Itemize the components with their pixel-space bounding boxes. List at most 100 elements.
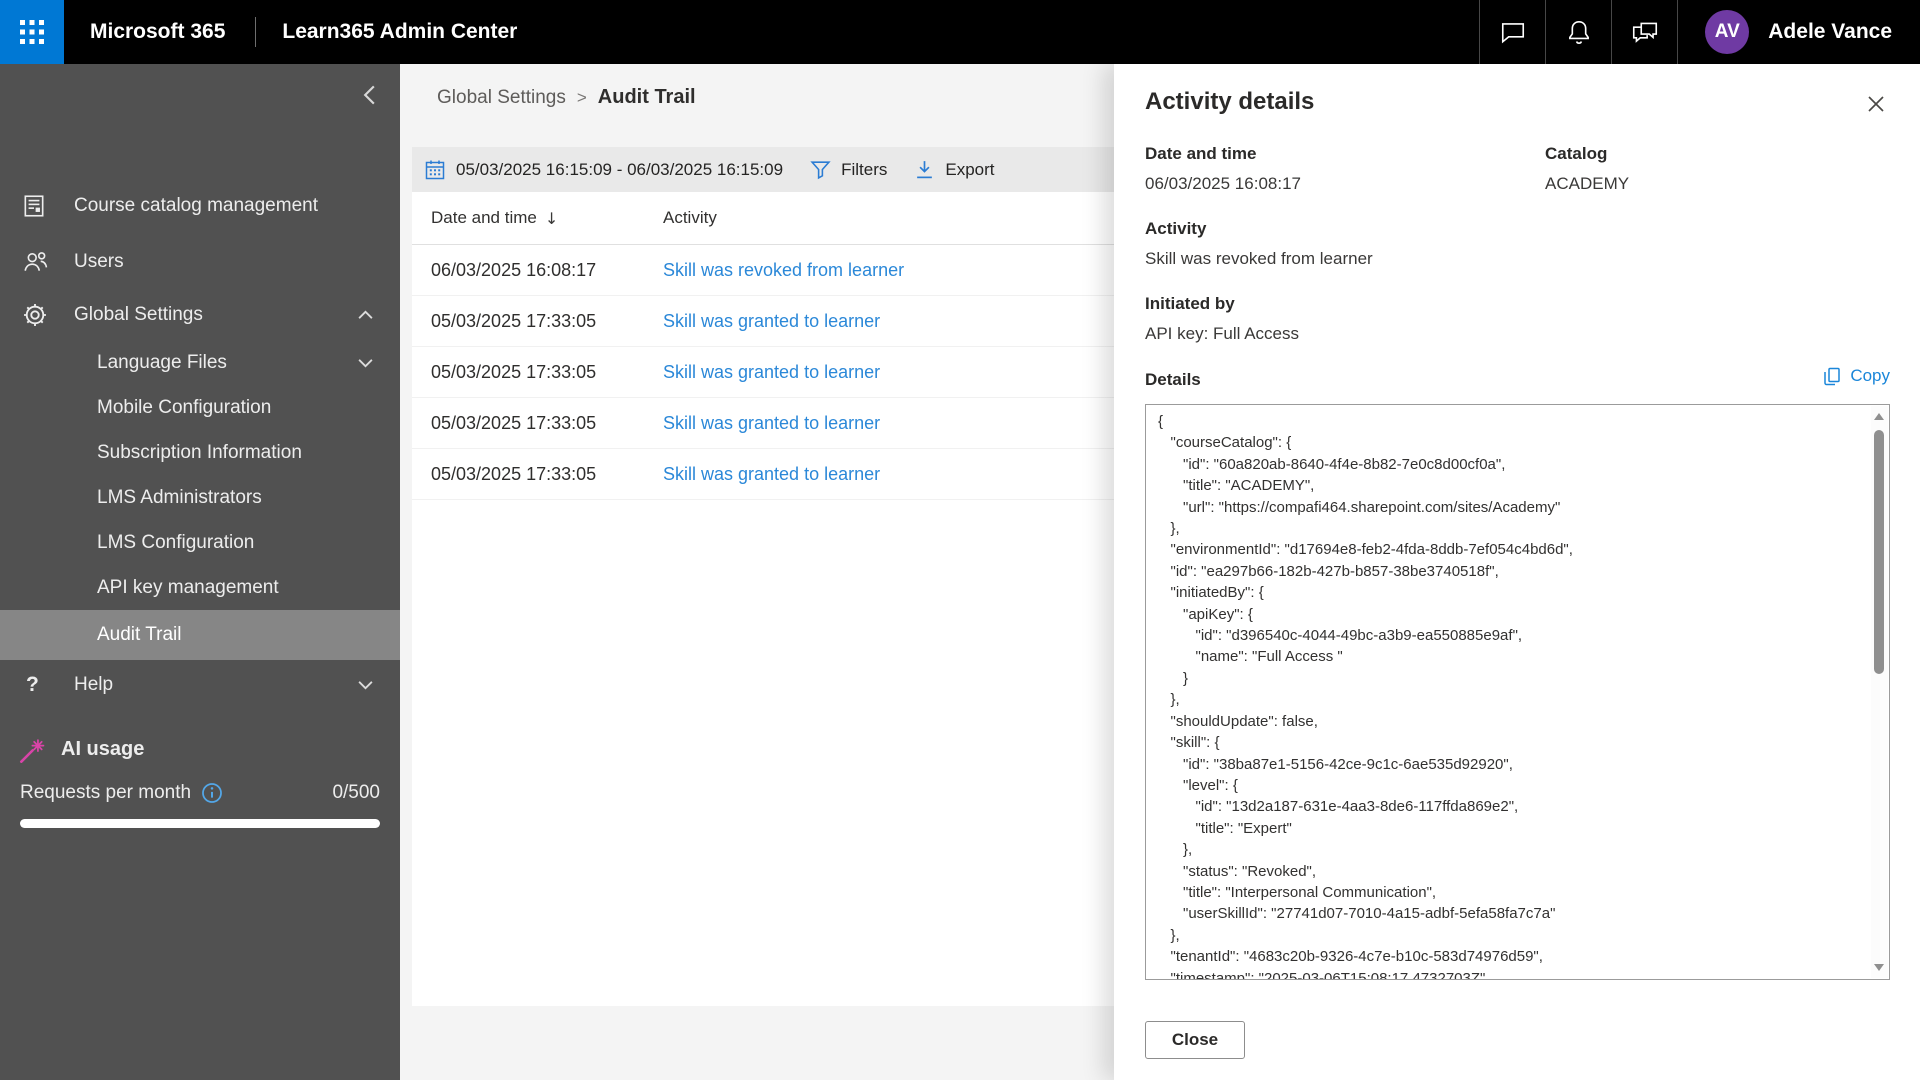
product-name[interactable]: Microsoft 365	[90, 20, 225, 44]
sidebar-item-label: Users	[74, 251, 124, 272]
row-date: 05/03/2025 17:33:05	[431, 463, 597, 484]
breadcrumb-separator-icon: >	[576, 87, 587, 107]
table-body: 06/03/2025 16:08:17 Skill was revoked fro…	[412, 245, 1114, 500]
topbar-actions: AV Adele Vance	[1479, 0, 1920, 64]
chat-button[interactable]	[1479, 0, 1545, 64]
table-row: 05/03/2025 17:33:05 Skill was granted to …	[412, 296, 1114, 347]
app-launcher-button[interactable]	[0, 0, 64, 64]
row-date: 06/03/2025 16:08:17	[431, 259, 597, 280]
field-label: Initiated by	[1145, 294, 1235, 313]
sidebar-item-lms-administrators[interactable]: LMS Administrators	[0, 475, 400, 520]
copy-label: Copy	[1850, 366, 1890, 385]
close-icon	[1868, 96, 1884, 112]
filters-label: Filters	[841, 159, 888, 179]
sidebar-item-global-settings[interactable]: Global Settings	[0, 290, 400, 340]
export-label: Export	[945, 159, 995, 179]
field-date-and-time: Date and time 06/03/2025 16:08:17	[1145, 144, 1301, 194]
avatar-initials: AV	[1714, 21, 1740, 42]
breadcrumb-current: Audit Trail	[597, 86, 696, 108]
panel-title: Activity details	[1145, 88, 1315, 115]
sidebar-item-help[interactable]: ? Help	[0, 660, 400, 710]
filters-button[interactable]: Filters	[810, 159, 887, 180]
list-toolbar: 05/03/2025 16:15:09 - 06/03/2025 16:15:0…	[412, 147, 1114, 192]
table-header: Date and time ↓ Activity	[412, 192, 1114, 245]
sidebar-item-lms-configuration[interactable]: LMS Configuration	[0, 520, 400, 565]
gear-icon	[24, 304, 46, 326]
row-date: 05/03/2025 17:33:05	[431, 361, 597, 382]
row-activity-link[interactable]: Skill was granted to learner	[663, 311, 880, 332]
field-catalog: Catalog ACADEMY	[1545, 144, 1629, 194]
scroll-down-icon[interactable]	[1874, 964, 1884, 971]
usage-progress-bar	[20, 819, 380, 828]
sidebar-item-users[interactable]: Users	[0, 234, 400, 290]
sidebar-item-label: Course catalog management	[74, 195, 318, 216]
field-label: Date and time	[1145, 144, 1257, 163]
date-range-picker[interactable]: 05/03/2025 16:15:09 - 06/03/2025 16:15:0…	[424, 159, 783, 181]
requests-row: Requests per month 0/500	[0, 782, 400, 804]
details-scrollbar[interactable]	[1871, 406, 1888, 978]
app-title[interactable]: Learn365 Admin Center	[282, 20, 517, 44]
field-label: Activity	[1145, 219, 1207, 238]
details-json: { "courseCatalog": { "id": "60a820ab-864…	[1158, 413, 1573, 979]
scroll-up-icon[interactable]	[1874, 413, 1884, 420]
feedback-button[interactable]	[1611, 0, 1677, 64]
column-header-date[interactable]: Date and time ↓	[431, 208, 663, 228]
scrollbar-thumb[interactable]	[1874, 430, 1884, 674]
ai-usage-label: AI usage	[61, 737, 145, 760]
chat-icon	[1501, 23, 1524, 44]
row-date: 05/03/2025 17:33:05	[431, 412, 597, 433]
info-icon[interactable]	[201, 782, 223, 804]
sidebar-item-api-key-management[interactable]: API key management	[0, 565, 400, 610]
account-button[interactable]: AV Adele Vance	[1677, 0, 1920, 64]
table-row: 06/03/2025 16:08:17 Skill was revoked fro…	[412, 245, 1114, 296]
notifications-button[interactable]	[1545, 0, 1611, 64]
field-value: ACADEMY	[1545, 174, 1630, 193]
calendar-icon	[425, 160, 445, 179]
sidebar-item-course-catalog-management[interactable]: Course catalog management	[0, 178, 400, 234]
sidebar-item-label: API key management	[97, 576, 279, 598]
panel-close-button[interactable]	[1864, 92, 1888, 116]
breadcrumb-parent[interactable]: Global Settings	[437, 87, 566, 109]
table-row: 05/03/2025 17:33:05 Skill was granted to …	[412, 347, 1114, 398]
field-value: Skill was revoked from learner	[1145, 249, 1373, 268]
sidebar-collapse-button[interactable]	[359, 80, 380, 110]
catalog-icon	[24, 195, 44, 217]
row-activity-link[interactable]: Skill was granted to learner	[663, 362, 880, 383]
waffle-icon	[20, 20, 44, 44]
close-button[interactable]: Close	[1145, 1021, 1245, 1059]
row-activity-link[interactable]: Skill was granted to learner	[663, 413, 880, 434]
details-json-box[interactable]: { "courseCatalog": { "id": "60a820ab-864…	[1145, 404, 1890, 980]
field-initiated-by: Initiated by API key: Full Access	[1145, 294, 1299, 344]
row-date: 05/03/2025 17:33:05	[431, 310, 597, 331]
table-row: 05/03/2025 17:33:05 Skill was granted to …	[412, 449, 1114, 500]
sidebar-item-label: Audit Trail	[97, 624, 182, 645]
field-value: 06/03/2025 16:08:17	[1145, 174, 1301, 193]
column-header-date-label: Date and time	[431, 208, 537, 227]
help-icon: ?	[26, 673, 39, 696]
sidebar-item-subscription-information[interactable]: Subscription Information	[0, 430, 400, 475]
audit-trail-card: 05/03/2025 16:15:09 - 06/03/2025 16:15:0…	[412, 147, 1114, 1006]
field-activity: Activity Skill was revoked from learner	[1145, 219, 1373, 269]
chevron-up-icon	[358, 310, 373, 319]
row-activity-link[interactable]: Skill was granted to learner	[663, 464, 880, 485]
copy-icon	[1824, 367, 1841, 386]
download-icon	[917, 161, 933, 179]
export-button[interactable]: Export	[914, 159, 995, 180]
topbar-divider	[255, 17, 257, 47]
ai-usage-section: AI usage Requests per month 0/500	[0, 724, 400, 828]
sidebar-item-language-files[interactable]: Language Files	[0, 340, 400, 385]
requests-label: Requests per month	[20, 782, 192, 803]
sort-descending-icon: ↓	[544, 208, 559, 228]
sidebar-item-audit-trail[interactable]: Audit Trail	[0, 610, 400, 660]
top-bar: Microsoft 365 Learn365 Admin Center AV A…	[0, 0, 1920, 64]
copy-button[interactable]: Copy	[1822, 366, 1890, 386]
table-row: 05/03/2025 17:33:05 Skill was granted to …	[412, 398, 1114, 449]
close-button-label: Close	[1171, 1030, 1219, 1049]
sidebar-item-label: Language Files	[97, 351, 227, 373]
sidebar-item-mobile-configuration[interactable]: Mobile Configuration	[0, 385, 400, 430]
filter-icon	[810, 161, 831, 180]
breadcrumb: Global Settings > Audit Trail	[437, 86, 696, 109]
sidebar-item-label: Mobile Configuration	[97, 396, 272, 418]
activity-details-panel: Activity details Date and time 06/03/202…	[1114, 64, 1920, 1080]
row-activity-link[interactable]: Skill was revoked from learner	[663, 260, 904, 281]
